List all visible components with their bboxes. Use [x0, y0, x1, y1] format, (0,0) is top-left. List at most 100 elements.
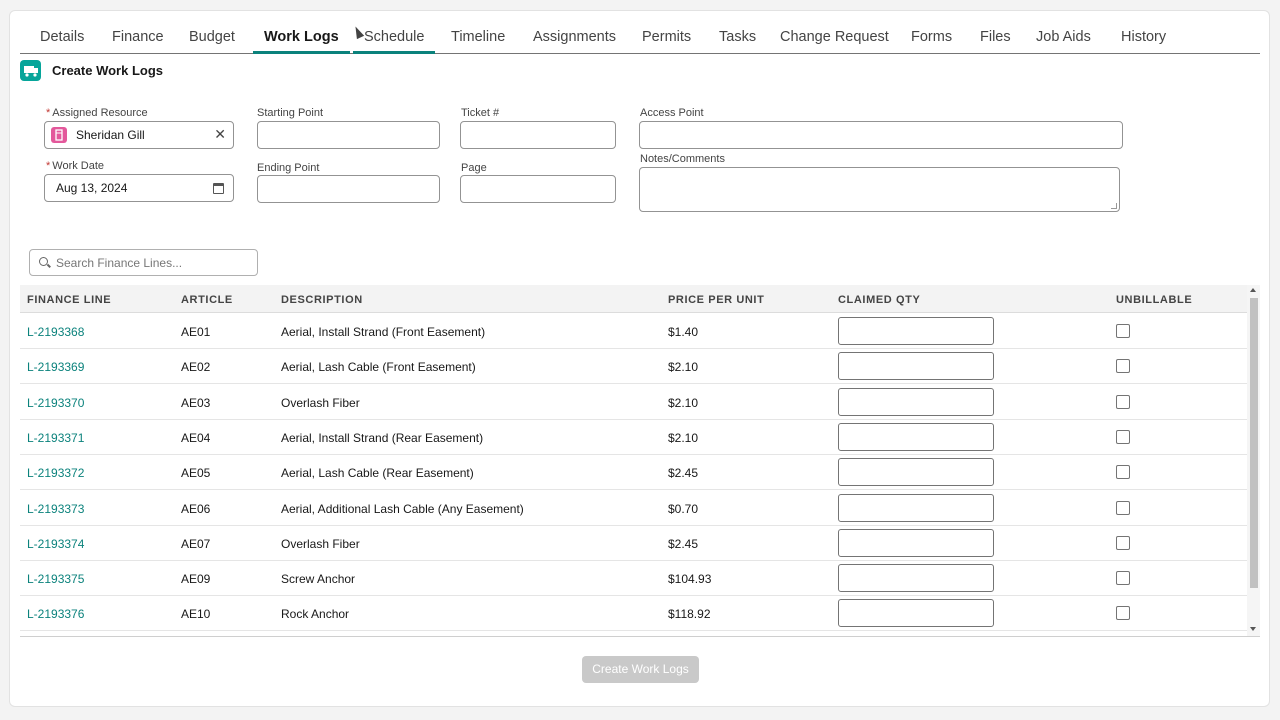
assigned-resource-label: * Assigned Resource	[46, 107, 148, 119]
scroll-up-icon[interactable]	[1250, 288, 1256, 292]
finance-line-link[interactable]: L-2193369	[27, 360, 84, 374]
column-header-unbillable: UNBILLABLE	[1116, 294, 1193, 306]
claimed-qty-input[interactable]	[838, 564, 994, 593]
scrollbar-thumb[interactable]	[1250, 298, 1258, 588]
finance-line-link[interactable]: L-2193370	[27, 396, 84, 410]
tab-permits[interactable]: Permits	[631, 29, 702, 54]
tab-assignments[interactable]: Assignments	[522, 29, 627, 54]
tab-work-logs[interactable]: Work Logs	[253, 29, 350, 54]
tab-label: Timeline	[451, 29, 506, 45]
tab-label: History	[1121, 29, 1167, 45]
unbillable-checkbox[interactable]	[1116, 324, 1130, 338]
claimed-qty-input[interactable]	[838, 599, 994, 628]
access-point-field[interactable]	[639, 121, 1123, 149]
notes-textarea[interactable]	[639, 167, 1120, 212]
claimed-qty-input[interactable]	[838, 493, 994, 522]
claimed-qty-input[interactable]	[838, 317, 994, 345]
assigned-resource-value: Sheridan Gill	[76, 128, 145, 142]
finance-line-link[interactable]: L-2193372	[27, 466, 84, 480]
tab-finance[interactable]: Finance	[101, 29, 175, 54]
unbillable-checkbox[interactable]	[1116, 465, 1130, 480]
tab-history[interactable]: History	[1110, 29, 1177, 54]
claimed-qty-input[interactable]	[838, 352, 994, 381]
calendar-icon[interactable]	[213, 183, 224, 194]
tab-timeline[interactable]: Timeline	[440, 29, 516, 54]
table-header: FINANCE LINE ARTICLE DESCRIPTION PRICE P…	[20, 285, 1247, 313]
tab-details[interactable]: Details	[29, 29, 95, 54]
article-cell: AE07	[181, 536, 211, 551]
table-row: L-2193371 AE04 Aerial, Install Strand (Rea…	[20, 420, 1247, 455]
tab-label: Change Request	[780, 29, 889, 45]
tab-label: Details	[40, 29, 85, 45]
table-row: L-2193369 AE02 Aerial, Lash Cable (Front E…	[20, 349, 1247, 385]
unbillable-checkbox[interactable]	[1116, 394, 1130, 409]
unbillable-checkbox[interactable]	[1116, 429, 1130, 444]
ending-point-label: Ending Point	[257, 162, 320, 174]
table-scrollbar[interactable]	[1247, 285, 1260, 636]
finance-line-link[interactable]: L-2193373	[27, 502, 84, 516]
resize-handle-icon[interactable]	[1111, 203, 1117, 209]
tab-label: Job Aids	[1036, 29, 1091, 45]
tab-label: Tasks	[719, 29, 757, 45]
unbillable-checkbox[interactable]	[1116, 535, 1130, 550]
description-cell: Aerial, Install Strand (Front Easement)	[281, 325, 486, 339]
claimed-qty-input[interactable]	[838, 422, 994, 451]
tab-label: Forms	[911, 29, 953, 45]
finance-line-link[interactable]: L-2193376	[27, 607, 84, 621]
table-row: L-2193374 AE07 Overlash Fiber $2.45	[20, 526, 1247, 561]
tab-change-request[interactable]: Change Request	[769, 29, 900, 54]
column-header-price: PRICE PER UNIT	[668, 294, 765, 306]
tab-bar: Details Finance Budget Work Logs Schedule Tim…	[20, 25, 1260, 54]
ending-point-field[interactable]	[257, 175, 440, 203]
table-row: L-2193373 AE06 Aerial, Additional Lash Cab…	[20, 491, 1247, 526]
finance-line-link[interactable]: L-2193371	[27, 431, 84, 445]
finance-line-link[interactable]: L-2193375	[27, 572, 84, 586]
column-header-claimed-qty: CLAIMED QTY	[838, 294, 921, 306]
unbillable-checkbox[interactable]	[1116, 500, 1130, 515]
unbillable-checkbox[interactable]	[1116, 606, 1130, 621]
starting-point-field[interactable]	[257, 121, 440, 149]
tab-files[interactable]: Files	[969, 29, 1022, 54]
finance-lines-table: FINANCE LINE ARTICLE DESCRIPTION PRICE P…	[20, 285, 1260, 637]
unbillable-checkbox[interactable]	[1116, 571, 1130, 586]
tab-schedule[interactable]: Schedule	[353, 29, 436, 54]
article-cell: AE05	[181, 466, 211, 481]
scroll-down-icon[interactable]	[1250, 627, 1256, 631]
tab-label: Work Logs	[264, 29, 339, 45]
unbillable-checkbox[interactable]	[1116, 359, 1130, 374]
tab-tasks[interactable]: Tasks	[708, 29, 767, 54]
tab-job-aids[interactable]: Job Aids	[1025, 29, 1102, 54]
claimed-qty-input[interactable]	[838, 387, 994, 416]
table-row: L-2193368 AE01 Aerial, Install Strand (Fro…	[20, 314, 1247, 349]
tab-forms[interactable]: Forms	[900, 29, 963, 54]
description-cell: Overlash Fiber	[281, 395, 360, 410]
finance-line-link[interactable]: L-2193368	[27, 325, 84, 339]
article-cell: AE03	[181, 395, 211, 410]
search-finance-lines[interactable]	[29, 249, 258, 276]
resource-icon	[51, 127, 67, 143]
clear-icon[interactable]: ✕	[214, 126, 226, 143]
price-cell: $2.10	[668, 395, 699, 410]
assigned-resource-field[interactable]: Sheridan Gill ✕	[44, 121, 234, 149]
finance-line-link[interactable]: L-2193374	[27, 537, 84, 551]
work-date-field[interactable]: Aug 13, 2024	[44, 174, 234, 202]
price-cell: $2.45	[668, 466, 699, 481]
description-cell: Aerial, Additional Lash Cable (Any Easem…	[281, 501, 524, 516]
claimed-qty-input[interactable]	[838, 458, 994, 487]
section-title: Create Work Logs	[52, 63, 164, 78]
column-header-description: DESCRIPTION	[281, 294, 363, 306]
page-label: Page	[461, 162, 487, 174]
search-input[interactable]	[56, 254, 251, 272]
tab-label: Finance	[112, 29, 164, 45]
table-row: L-2193375 AE09 Screw Anchor $104.93	[20, 561, 1247, 597]
table-row: L-2193372 AE05 Aerial, Lash Cable (Rear Ea…	[20, 455, 1247, 491]
page-field[interactable]	[460, 175, 616, 203]
create-work-logs-button[interactable]: Create Work Logs	[582, 656, 699, 683]
access-point-label: Access Point	[640, 107, 704, 119]
price-cell: $0.70	[668, 501, 699, 516]
ticket-field[interactable]	[460, 121, 616, 149]
tab-budget[interactable]: Budget	[178, 29, 246, 54]
claimed-qty-input[interactable]	[838, 528, 994, 557]
description-cell: Overlash Fiber	[281, 536, 360, 551]
work-date-value: Aug 13, 2024	[56, 181, 128, 195]
